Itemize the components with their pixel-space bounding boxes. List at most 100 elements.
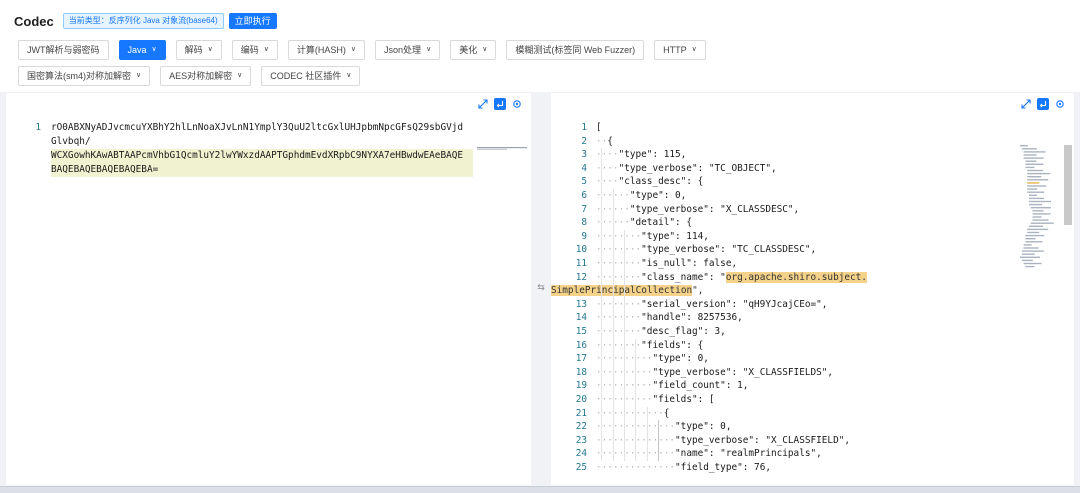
minimap-line [1023,244,1032,246]
indent-guide [646,406,648,461]
output-scrollbar[interactable] [1064,145,1072,225]
toolbar-button[interactable]: 计算(HASH) ∨ [287,40,366,60]
chevron-down-icon: ∨ [136,72,142,79]
minimap-line [1023,151,1046,153]
line-number: 10 [575,244,587,256]
toolbar-button[interactable]: 解码 ∨ [175,40,222,60]
minimap-line [1025,163,1044,165]
code-text: "fields": { [641,339,704,351]
minimap-line [1027,169,1044,172]
chevron-down-icon: ∨ [151,46,157,53]
toolbar-button[interactable]: 模糊测试(标签同 Web Fuzzer) [506,40,645,60]
toolbar-button[interactable]: AES对称加解密 ∨ [160,66,252,86]
code-text: "type_verbose": "X_CLASSFIELD", [675,434,851,446]
chevron-down-icon: ∨ [482,46,488,53]
code-text: "type_verbose": "TC_CLASSDESC", [641,244,817,256]
minimap-line [1023,247,1039,249]
code-line: ··········"type_verbose": "X_CLASSFIELDS… [596,366,833,380]
line-number: 17 [575,353,587,365]
minimap-line [1020,256,1040,258]
toolbar-button[interactable]: 编码 ∨ [231,40,278,60]
code-text: "serial_version": "qH9YJcajCEo=", [641,298,828,310]
toolbar-button[interactable]: Json处理 ∨ [375,40,441,60]
indent-guide [623,229,625,461]
header: Codec 当前类型：反序列化 Java 对象流(base64) 立即执行 JW… [0,0,1080,92]
code-text: "field_count": 1, [652,380,749,392]
toolbar-button[interactable]: 国密算法(sm4)对称加解密 ∨ [18,66,151,86]
code-line: ····"type": 115, [596,148,686,162]
line-number: 7 [581,203,587,215]
code-line: Glvbqh/ [51,136,91,147]
code-line: ········"is_null": false, [596,257,737,271]
line-number: 11 [575,258,587,269]
output-editor[interactable]: 1 2 3 4 5 6 7 8 9 10 11 12 13 14 15 16 17 18 19 20 21 22 23 24 2… [551,119,1074,485]
chevron-down-icon: ∨ [263,46,269,53]
minimap-line [1030,222,1054,224]
minimap-line [1025,160,1037,162]
minimap-line [1032,219,1049,221]
code-line: BAQEBAQEBAQEBAQEBA= [51,163,473,177]
run-button[interactable]: 立即执行 [228,13,277,29]
code-line: ········"class_name": "org.apache.shiro.… [596,271,867,285]
minimap-line [1032,210,1044,212]
code-line: ··{ [596,135,613,149]
toolbar-button-label: 计算(HASH) [296,45,346,55]
input-code: rO0ABXNyADJvcmcuYXBhY2hlLnNoaXJvLnN1Ympl… [51,121,473,177]
minimap-line [1027,172,1051,175]
line-number: 12 [575,271,587,283]
code-line: ····"type_verbose": "TC_OBJECT", [596,162,777,176]
toolbar-button[interactable]: 美化 ∨ [450,40,497,60]
line-number: 18 [575,366,587,378]
expand-arrows-icon[interactable] [477,98,489,110]
toolbar-row-2: 国密算法(sm4)对称加解密 ∨ AES对称加解密 ∨ CODEC 社区插件 ∨ [18,66,370,86]
mode-tag: 当前类型：反序列化 Java 对象流(base64) [62,13,224,29]
line-number: 9 [581,230,587,242]
minimap-line [1030,207,1051,209]
line-number: 3 [581,149,587,161]
toolbar-button[interactable]: HTTP ∨ [654,40,706,60]
toolbar-button-label: Java [127,45,147,55]
minimap-line [1021,250,1044,252]
minimap-line [1027,185,1047,187]
line-number: 4 [581,162,587,174]
toolbar-button[interactable]: CODEC 社区插件 ∨ [261,66,361,86]
gear-icon[interactable] [511,98,523,110]
line-number: 20 [575,394,587,405]
minimap-line [1023,157,1044,159]
input-panel: 1 rO0ABXNyADJvcmcuYXBhY2hlLnNoaXJvLnN1Ym… [6,93,531,485]
swap-arrows-icon[interactable]: ⇆ [533,282,549,293]
code-line: SimplePrincipalCollection", [551,284,703,298]
chevron-down-icon: ∨ [691,46,697,53]
line-number: 21 [575,407,587,419]
indent-dots: ········ [596,230,642,242]
code-text: "type_verbose": "TC_OBJECT", [618,162,777,174]
minimap-line [1027,188,1038,190]
code-line: ··············"type_verbose": "X_CLASSFI… [596,434,850,448]
code-text: "type": 0, [675,421,732,433]
word-wrap-icon[interactable] [494,98,506,110]
line-number: 19 [575,380,587,392]
code-text: "field_type": 76, [675,462,771,473]
toolbar-row-1: JWT解析与弱密码 Java ∨ 解码 ∨ 编码 ∨ 计算(HASH) ∨ Json处理 ∨ 美化 ∨ 模… [18,40,716,60]
word-wrap-icon[interactable] [1037,98,1049,110]
toolbar-button-label: 编码 [240,45,259,55]
code-text-tail: ", [692,285,704,297]
code-text: "type": 0, [629,190,687,201]
toolbar-button[interactable]: Java ∨ [118,40,166,60]
input-editor[interactable]: 1 rO0ABXNyADJvcmcuYXBhY2hlLnNoaXJvLnN1Ym… [6,119,531,485]
indent-dots: ·············· [596,462,676,473]
expand-arrows-icon[interactable] [1020,98,1032,110]
code-text: "type": 115, [618,149,687,161]
code-text: "detail": { [629,217,692,229]
gear-icon[interactable] [1054,98,1066,110]
minimap-line [1021,253,1035,255]
code-line: ······"detail": { [596,216,692,230]
minimap-line [1027,176,1042,178]
toolbar-button[interactable]: JWT解析与弱密码 [18,40,109,60]
code-line: ······"type": 0, [596,189,686,203]
indent-dots: ········ [596,298,642,310]
output-panel: 1 2 3 4 5 6 7 8 9 10 11 12 13 14 15 16 17 18 19 20 21 22 23 24 2… [551,93,1074,485]
indent-dots: ········ [596,258,642,269]
line-number: 24 [575,448,587,460]
code-text: "is_null": false, [641,258,738,269]
